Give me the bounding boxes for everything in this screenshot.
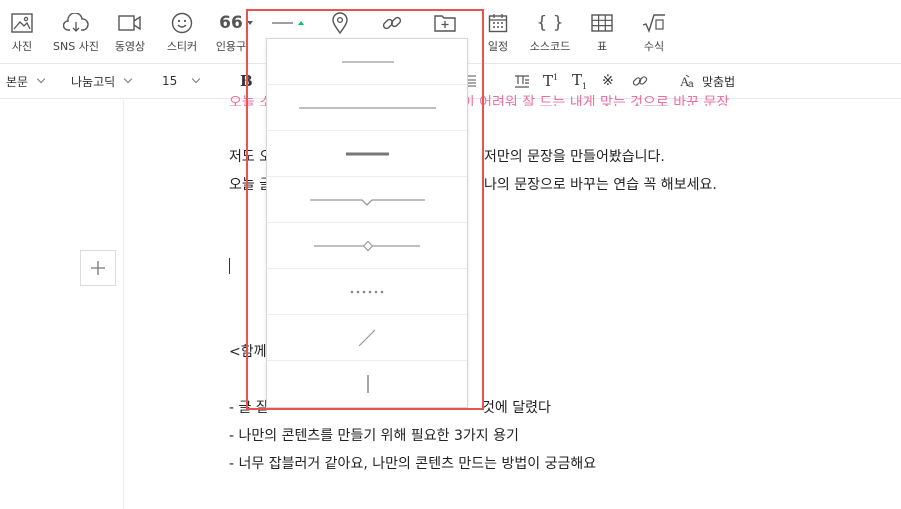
calendar-icon (488, 12, 508, 34)
paragraph-line-2-right: 나의 문장으로 바꾸는 연습 꼭 해보세요. (484, 177, 717, 193)
diagonal-line-icon (358, 329, 376, 347)
video-button[interactable]: 동영상 (110, 0, 150, 62)
divider-option-thick[interactable] (267, 131, 467, 177)
plus-icon (91, 261, 105, 275)
schedule-label: 일정 (487, 40, 509, 53)
divider-option-dotted[interactable] (267, 269, 467, 315)
diamond-line-icon (314, 240, 420, 252)
formula-label: 수식 (643, 40, 665, 53)
reference-mark-icon: ※ (602, 73, 614, 89)
divider-option-long-thin[interactable] (267, 85, 467, 131)
sns-photo-button[interactable]: SNS 사진 (50, 0, 102, 62)
quote-dropdown-toggle[interactable] (245, 0, 255, 62)
braces-icon: { } (536, 13, 564, 33)
smiley-icon (171, 12, 193, 34)
link-icon (381, 12, 403, 34)
add-component-button[interactable] (80, 250, 116, 286)
link-icon (632, 76, 648, 86)
quote-icon: 66 (219, 13, 243, 33)
photo-label: 사진 (11, 40, 33, 53)
paragraph-line-1-right: 저만의 문장을 만들어봤습니다. (484, 149, 665, 165)
bullet-3[interactable]: - 너무 잡블러거 같아요, 나만의 콘텐츠 만드는 방법이 궁금해요 (229, 453, 596, 473)
thick-line-icon (346, 152, 389, 156)
dotted-line-icon (350, 290, 384, 294)
notch-line-icon (310, 199, 425, 206)
source-code-button[interactable]: { } 소스코드 (526, 0, 574, 62)
font-size-select[interactable]: 15 (162, 64, 201, 98)
quote-label: 인용구 (216, 40, 246, 53)
text-cursor (229, 258, 230, 274)
source-code-label: 소스코드 (529, 40, 571, 53)
quote-button[interactable]: 66 인용구 (216, 0, 246, 62)
sticker-label: 스티커 (166, 40, 198, 53)
short-thin-line-icon (342, 61, 394, 63)
spell-check-icon: Aa (680, 74, 694, 89)
font-family-select[interactable]: 나눔고딕 (71, 64, 133, 98)
spell-check-label: 맞춤법 (702, 74, 736, 89)
paragraph-style-value: 본문 (6, 74, 29, 89)
svg-text:a: a (688, 79, 694, 89)
bullet-1-left[interactable]: - 글 잘 (229, 397, 269, 417)
map-pin-icon (331, 12, 349, 34)
bullet-1-right[interactable]: 것에 달렸다 (482, 397, 551, 417)
divider-option-diamond[interactable] (267, 223, 467, 269)
video-icon (118, 12, 142, 34)
video-label: 동영상 (114, 40, 146, 53)
editor-canvas[interactable]: 오늘 소개한 내용 중에서 마음에 드는 것이 어려워 잘 드는 내게 맞는 것… (124, 95, 901, 509)
bullet-2[interactable]: - 나만의 콘텐츠를 만들기 위해 필요한 3가지 용기 (229, 425, 519, 445)
photo-button[interactable]: 사진 (6, 0, 38, 62)
table-label: 표 (596, 40, 608, 53)
photo-icon (11, 12, 33, 34)
sticker-button[interactable]: 스티커 (162, 0, 202, 62)
table-icon (591, 12, 613, 34)
caret-down-icon (246, 12, 254, 34)
chevron-down-icon (192, 74, 201, 84)
divider-icon (269, 12, 309, 34)
folder-plus-icon (434, 12, 456, 34)
font-size-value: 15 (162, 74, 178, 88)
long-thin-line-icon (299, 107, 436, 109)
divider-style-dropdown (266, 38, 468, 408)
divider-option-vertical[interactable] (267, 361, 467, 407)
schedule-button[interactable]: 일정 (484, 0, 512, 62)
vertical-line-icon (367, 375, 369, 393)
superscript-icon: T1 (543, 72, 559, 90)
paragraph-style-select[interactable]: 본문 (6, 64, 46, 98)
cloud-icon (63, 12, 89, 34)
formula-button[interactable]: 수식 (638, 0, 670, 62)
chevron-down-icon (36, 74, 46, 84)
text-align-icon (515, 75, 529, 88)
square-root-icon (642, 12, 666, 34)
chevron-down-icon (123, 74, 133, 84)
divider-option-short-thin[interactable] (267, 39, 467, 85)
subscript-icon: T1 (572, 71, 588, 91)
table-button[interactable]: 표 (588, 0, 616, 62)
together-heading: <함께 (229, 344, 267, 360)
divider-option-notch[interactable] (267, 177, 467, 223)
sns-photo-label: SNS 사진 (53, 40, 99, 53)
editor-app: 사진 SNS 사진 동영상 스티커 66 인용구 일정 {} 소스코드 표 수… (0, 0, 901, 509)
divider-option-diagonal[interactable] (267, 315, 467, 361)
font-family-value: 나눔고딕 (71, 74, 116, 89)
left-gutter (0, 100, 124, 509)
